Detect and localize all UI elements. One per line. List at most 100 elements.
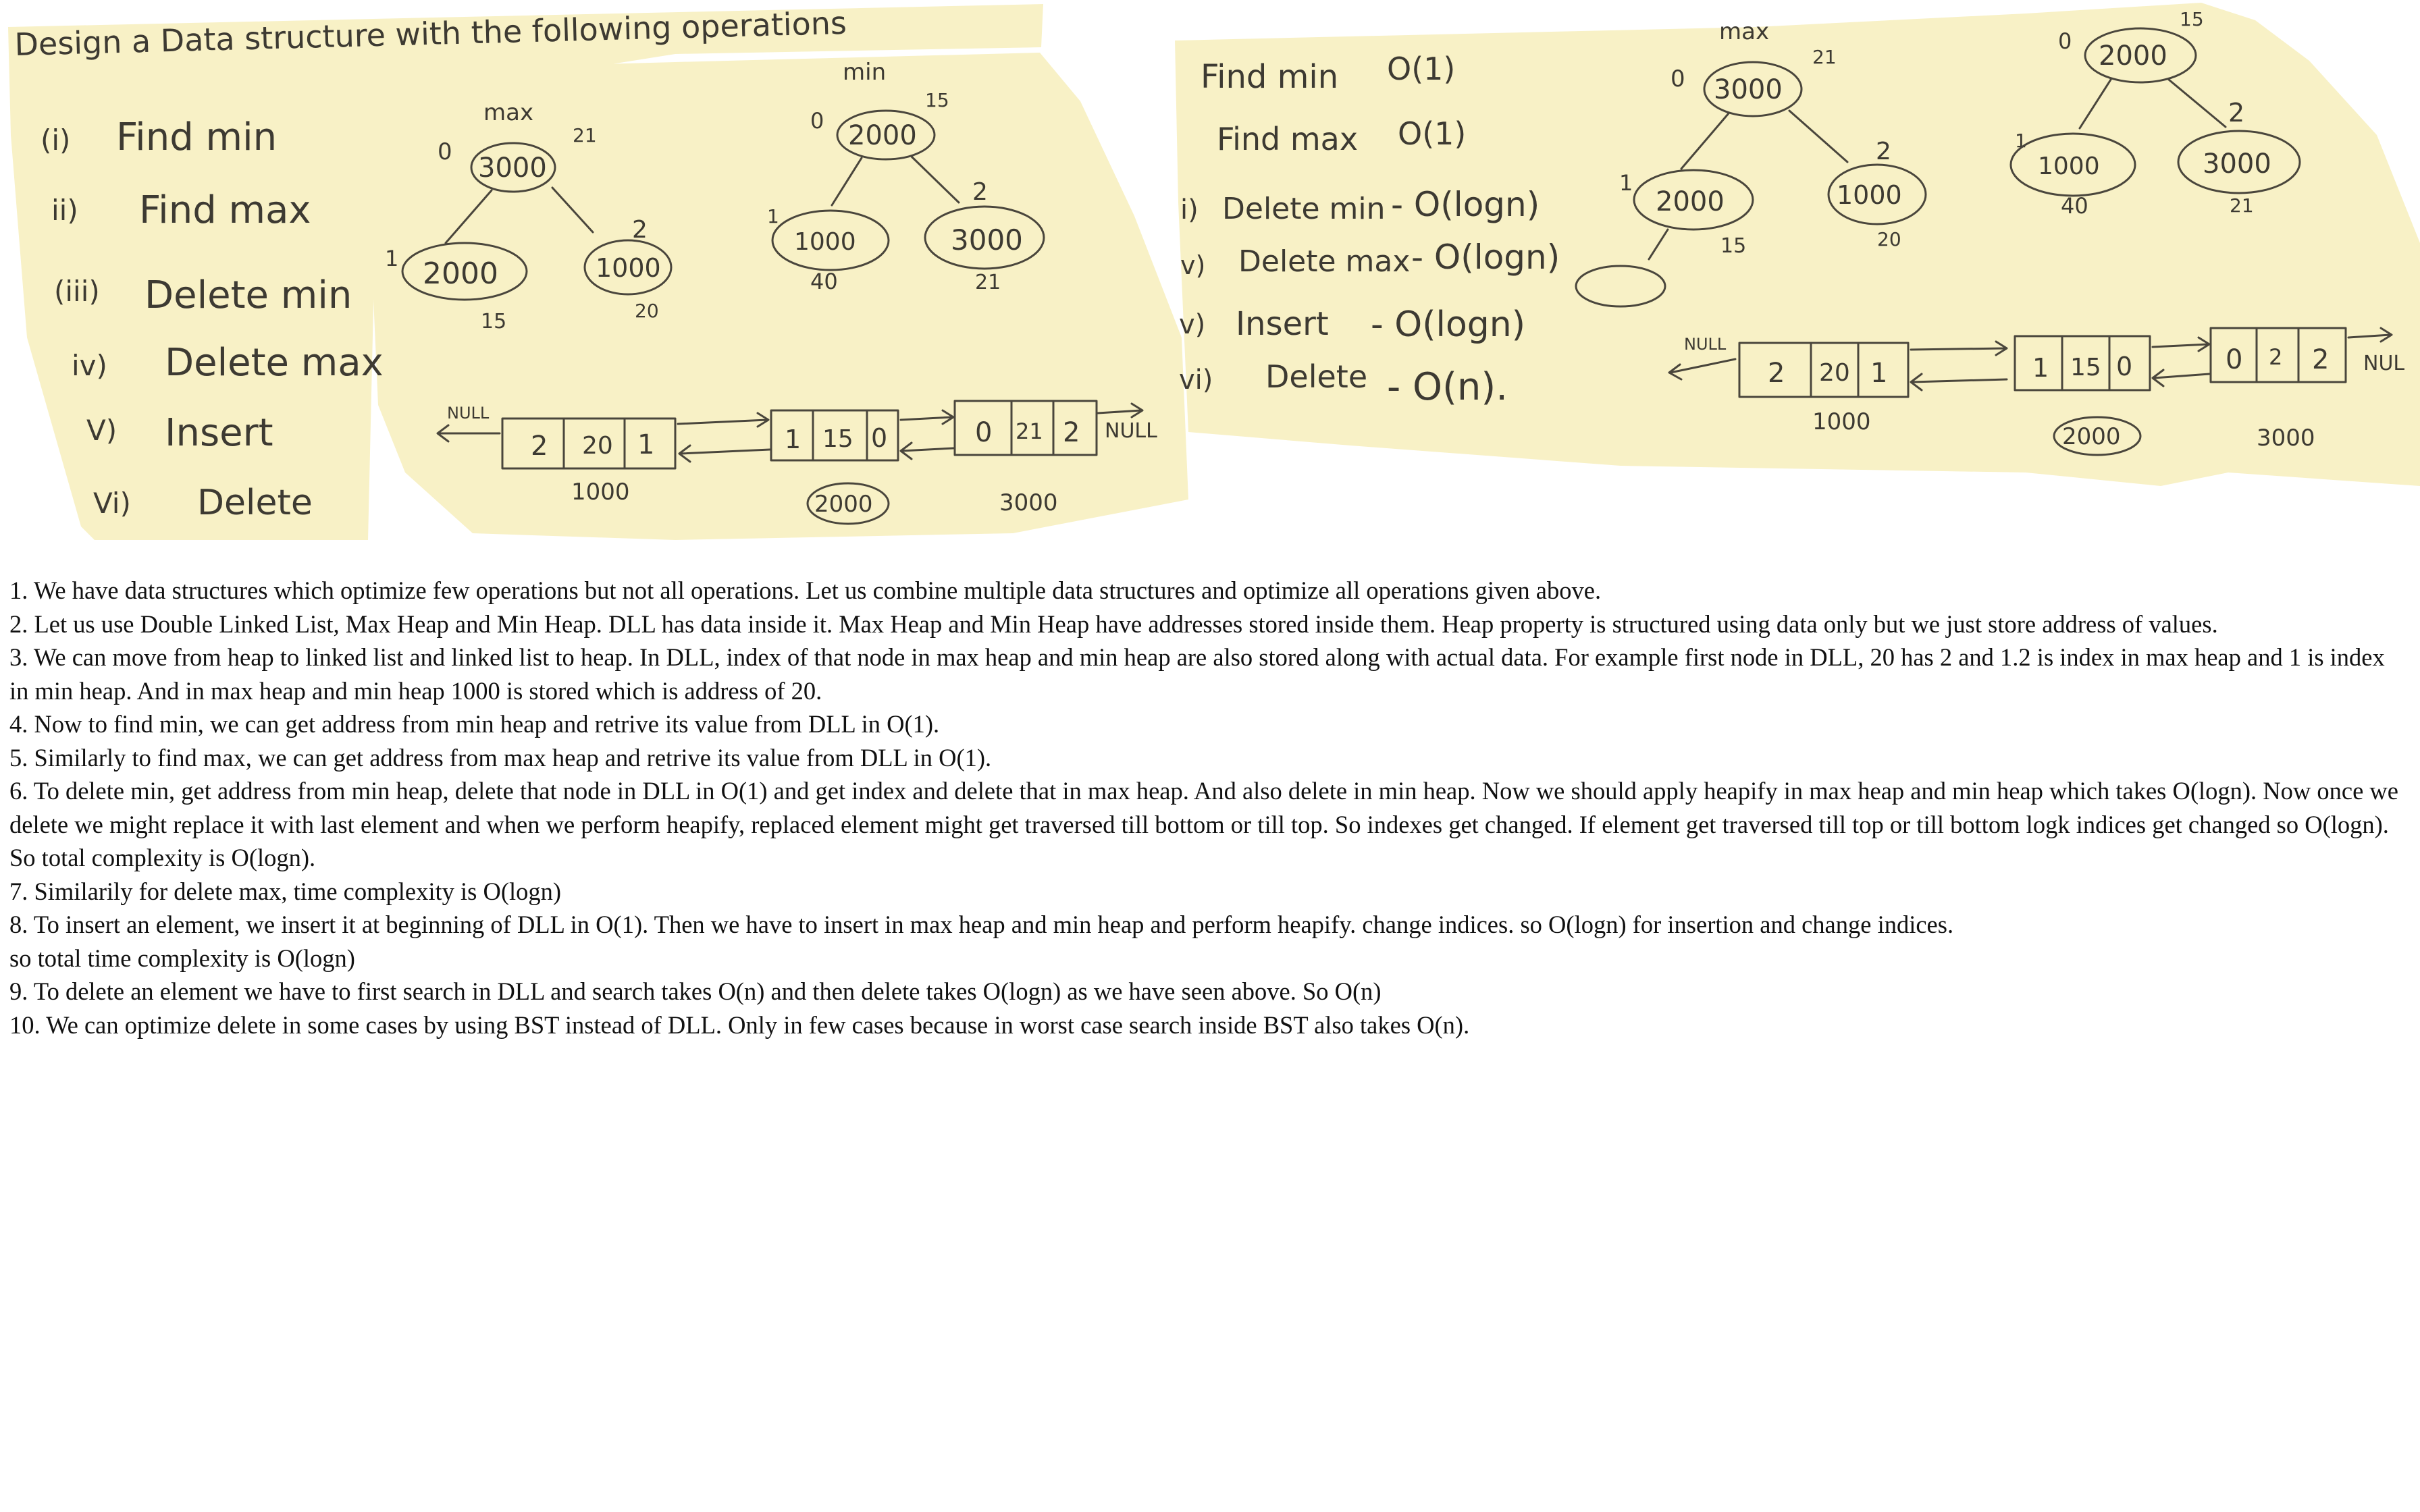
note-item: 5. Similarly to find max, we can get add… bbox=[9, 743, 992, 772]
note-item: 9. To delete an element we have to first… bbox=[9, 977, 1382, 1005]
note-item: 7. Similarily for delete max, time compl… bbox=[9, 877, 562, 905]
dll-cell: 2 bbox=[2269, 344, 2282, 370]
dll-cell: 0 bbox=[2116, 352, 2132, 381]
dll-null-right: NULL bbox=[1105, 419, 1157, 443]
complexity-op: Insert bbox=[1236, 305, 1329, 343]
dll-cell: 0 bbox=[871, 423, 887, 453]
dll-addr: 2000 bbox=[2062, 423, 2121, 450]
operation-label: Find min bbox=[116, 115, 277, 159]
heap-node-addr: 2000 bbox=[2099, 40, 2167, 72]
heap-node-value: 15 bbox=[2180, 8, 2204, 30]
heap-node-value: 20 bbox=[1877, 228, 1901, 250]
heap-node-addr: 3000 bbox=[1714, 74, 1783, 105]
heap-node-value: 21 bbox=[573, 124, 597, 146]
dll-null-right: NUL bbox=[2363, 352, 2404, 375]
heap-index: 2 bbox=[632, 216, 648, 244]
dll-cell: 21 bbox=[1016, 418, 1043, 444]
complexity-op: Find max bbox=[1217, 121, 1358, 157]
heap-index: 2 bbox=[2228, 98, 2244, 128]
dll-null-left: NULL bbox=[1684, 335, 1727, 354]
operation-num: ii) bbox=[51, 194, 78, 227]
complexity-num: v) bbox=[1180, 250, 1205, 280]
dll-cell: 1 bbox=[637, 429, 654, 460]
dll-addr: 2000 bbox=[814, 491, 873, 518]
complexity-cost: O(1) bbox=[1398, 115, 1466, 152]
note-item: 2. Let us use Double Linked List, Max He… bbox=[9, 610, 2218, 638]
heap-index: 0 bbox=[438, 138, 452, 165]
heap-node-addr: 1000 bbox=[596, 253, 661, 283]
whiteboard-image: Design a Data structure with the followi… bbox=[8, 3, 2420, 540]
note-item: 6. To delete min, get address from min h… bbox=[9, 777, 2398, 871]
heap-index: 0 bbox=[1671, 65, 1685, 92]
dll-cell: 1 bbox=[2032, 353, 2049, 383]
heap-node-addr: 2000 bbox=[848, 120, 917, 151]
heap-node-addr: 1000 bbox=[2038, 153, 2100, 180]
heap-node-value: 40 bbox=[2061, 193, 2088, 219]
heap-node-value: 20 bbox=[635, 300, 659, 322]
heap-index: 1 bbox=[1619, 170, 1633, 196]
heap-node-addr: 3000 bbox=[951, 223, 1023, 256]
dll-cell: 15 bbox=[2070, 354, 2101, 381]
heap-index: 1 bbox=[385, 246, 398, 271]
operation-label: Delete max bbox=[165, 341, 384, 385]
operation-num: iv) bbox=[72, 349, 107, 382]
dll-cell: 2 bbox=[2312, 344, 2329, 375]
operation-label: Delete bbox=[197, 483, 313, 523]
dll-cell: 1 bbox=[785, 425, 801, 454]
dll-addr: 1000 bbox=[1812, 408, 1871, 435]
heap-index: 0 bbox=[2058, 28, 2072, 54]
dll-cell: 0 bbox=[2226, 344, 2242, 375]
dll-cell: 2 bbox=[1063, 417, 1080, 448]
max-heap-title: max bbox=[483, 99, 533, 126]
dll-addr: 1000 bbox=[571, 479, 630, 506]
note-item: 10. We can optimize delete in some cases… bbox=[9, 1010, 1470, 1039]
complexity-cost: - O(logn) bbox=[1411, 238, 1560, 277]
heap-node-addr: 1000 bbox=[1837, 180, 1902, 210]
heap-node-value: 15 bbox=[925, 89, 949, 111]
page: Design a Data structure with the followi… bbox=[0, 0, 2420, 1512]
dll-addr: 3000 bbox=[2257, 425, 2315, 452]
dll-cell: 1 bbox=[1870, 358, 1887, 389]
complexity-op: Delete min bbox=[1222, 192, 1386, 226]
heap-node-value: 15 bbox=[481, 310, 506, 333]
operation-label: Delete min bbox=[144, 273, 352, 317]
heap-node-addr: 2000 bbox=[423, 256, 498, 291]
complexity-op: Delete bbox=[1265, 358, 1367, 395]
complexity-num: v) bbox=[1179, 309, 1205, 340]
operation-label: Find max bbox=[139, 188, 311, 232]
complexity-op: Find min bbox=[1201, 58, 1338, 96]
heap-index: 0 bbox=[810, 108, 824, 134]
heap-node-addr: 3000 bbox=[2203, 148, 2271, 180]
dll-cell: 20 bbox=[582, 432, 613, 460]
heap-index: 2 bbox=[972, 178, 988, 206]
operation-num: (i) bbox=[41, 124, 70, 157]
heap-index: 2 bbox=[1876, 138, 1891, 165]
heap-node-value: 21 bbox=[975, 271, 1001, 294]
complexity-cost: - O(n). bbox=[1387, 365, 1508, 409]
dll-addr: 3000 bbox=[999, 489, 1058, 516]
min-heap-title: min bbox=[843, 59, 886, 86]
note-item: so total time complexity is O(logn) bbox=[9, 944, 355, 972]
dll-cell: 20 bbox=[1819, 359, 1850, 387]
heap-node-addr: 1000 bbox=[794, 228, 856, 256]
dll-cell: 0 bbox=[975, 417, 992, 448]
notes-list: 1. We have data structures which optimiz… bbox=[9, 574, 2406, 1042]
dll-cell: 2 bbox=[1768, 358, 1785, 389]
complexity-cost: O(1) bbox=[1387, 51, 1455, 87]
operation-label: Insert bbox=[165, 411, 273, 455]
note-item: 4. Now to find min, we can get address f… bbox=[9, 710, 940, 738]
dll-null-left: NULL bbox=[447, 404, 490, 423]
heap-index: 1 bbox=[767, 205, 779, 227]
note-item: 1. We have data structures which optimiz… bbox=[9, 576, 1602, 604]
heap-node-value: 40 bbox=[810, 269, 838, 294]
complexity-op: Delete max bbox=[1238, 244, 1410, 279]
dll-cell: 15 bbox=[822, 425, 853, 453]
operation-num: V) bbox=[86, 414, 117, 447]
heap-node-value: 21 bbox=[1812, 46, 1837, 68]
dll-cell: 2 bbox=[531, 431, 548, 462]
note-item: 3. We can move from heap to linked list … bbox=[9, 643, 2385, 705]
heap-node-addr: 2000 bbox=[1656, 186, 1725, 217]
max-heap-title: max bbox=[1719, 18, 1769, 45]
complexity-cost: - O(logn) bbox=[1391, 185, 1540, 224]
note-item: 8. To insert an element, we insert it at… bbox=[9, 911, 1954, 938]
